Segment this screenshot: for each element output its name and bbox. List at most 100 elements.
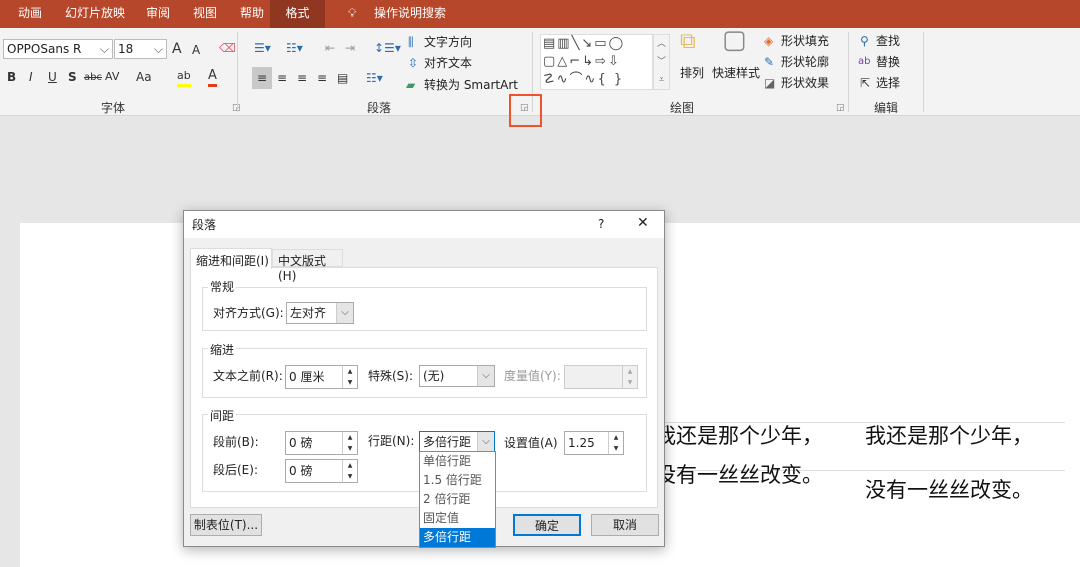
option-multiple[interactable]: 多倍行距 (420, 528, 495, 547)
shape-effects-icon: ◪ (764, 76, 776, 90)
search-icon: ⚲ (860, 34, 869, 48)
option-exactly[interactable]: 固定值 (420, 509, 495, 528)
tabs-button[interactable]: 制表位(T)... (190, 514, 262, 536)
cancel-button[interactable]: 取消 (591, 514, 659, 536)
numbering-icon[interactable]: ☷▾ (286, 40, 303, 56)
change-case-button[interactable]: Aa (136, 69, 152, 85)
decrease-indent-icon[interactable]: ⇤ (325, 40, 335, 56)
before-text-value: 0 厘米 (289, 370, 325, 384)
arrange-button[interactable]: 排列 (680, 65, 704, 81)
spinner-icon: ▲ ▼ (622, 366, 637, 388)
dialog-title-bar: 段落 ? ✕ (184, 211, 664, 238)
gallery-scroll[interactable]: ︿ ﹀ ⩡ (653, 34, 670, 90)
font-name-combo[interactable]: OPPOSans R ⌵ (3, 39, 113, 59)
font-size-combo[interactable]: 18 ⌵ (114, 39, 167, 59)
alignment-select[interactable]: 左对齐 ⌵ (286, 302, 354, 324)
replace-button[interactable]: 替换 (876, 54, 900, 70)
align-text-button[interactable]: 对齐文本 (424, 55, 472, 71)
bold-button[interactable]: B (7, 69, 16, 85)
shape-effects-button[interactable]: 形状效果 (781, 75, 829, 91)
spacing-after-label: 段后(E): (213, 463, 258, 477)
cursor-icon: ⇱ (860, 76, 871, 90)
quick-styles-button[interactable]: 快速样式 (712, 65, 760, 81)
highlight-color-button[interactable]: ab (177, 68, 191, 87)
justify-button[interactable]: ≡ (317, 70, 327, 86)
increase-indent-icon[interactable]: ⇥ (345, 40, 355, 56)
columns-icon[interactable]: ☷▾ (366, 70, 383, 86)
before-text-input[interactable]: 0 厘米 ▲ ▼ (285, 365, 358, 389)
tab-asian-typography[interactable]: 中文版式(H) (272, 249, 343, 283)
at-input[interactable]: 1.25 ▲ ▼ (564, 431, 624, 455)
alignment-label: 对齐方式(G): (213, 306, 284, 320)
special-label: 特殊(S): (368, 369, 414, 383)
drawing-group-label: 绘图 (670, 101, 695, 115)
text-direction-button[interactable]: 文字方向 (424, 34, 472, 50)
shadow-button[interactable]: S (68, 69, 77, 85)
convert-smartart-button[interactable]: 转换为 SmartArt (424, 77, 518, 93)
line-spacing-value: 多倍行距 (423, 435, 472, 449)
chevron-down-icon: ⌵ (336, 303, 353, 323)
shape-outline-button[interactable]: 形状轮廓 (781, 54, 829, 70)
tab-view[interactable]: 视图 (185, 0, 225, 28)
spinner-icon[interactable]: ▲ ▼ (342, 366, 357, 388)
bullets-icon[interactable]: ☰▾ (254, 40, 271, 56)
spacing-after-input[interactable]: 0 磅 ▲ ▼ (285, 459, 358, 483)
slide-text-line1[interactable]: 我还是那个少年， (655, 420, 823, 450)
tab-review[interactable]: 审阅 (138, 0, 178, 28)
paragraph-group-label: 段落 (367, 101, 392, 115)
font-name-value: OPPOSans R (7, 42, 82, 56)
by-label: 度量值(Y): (504, 369, 561, 383)
line-spacing-select[interactable]: 多倍行距 ⌵ (419, 431, 495, 453)
close-button[interactable]: ✕ (637, 215, 649, 231)
chevron-down-icon: ⌵ (477, 366, 494, 386)
special-select[interactable]: (无) ⌵ (419, 365, 495, 387)
spinner-icon[interactable]: ▲ ▼ (342, 432, 357, 454)
option-single[interactable]: 单倍行距 (420, 452, 495, 471)
align-right-button[interactable]: ≡ (297, 70, 307, 86)
align-text-icon: ⇳ (408, 56, 419, 70)
tab-animations[interactable]: 动画 (10, 0, 50, 28)
char-spacing-button[interactable]: AV (105, 69, 119, 85)
shrink-font-icon[interactable]: A (192, 42, 200, 58)
tell-me-search[interactable]: 操作说明搜索 (366, 0, 454, 28)
help-button[interactable]: ? (598, 216, 604, 232)
tab-indents-spacing[interactable]: 缩进和间距(I) (190, 248, 272, 269)
spinner-icon[interactable]: ▲ ▼ (608, 432, 623, 454)
align-left-button[interactable]: ≡ (252, 67, 272, 89)
ok-button[interactable]: 确定 (513, 514, 581, 536)
italic-button[interactable]: I (29, 69, 33, 85)
chevron-down-icon: ⌵ (153, 42, 163, 56)
arrange-icon: ⧉ (680, 29, 696, 54)
indent-legend: 缩进 (208, 341, 237, 358)
quick-styles-icon: ▢ (722, 25, 747, 55)
tab-slideshow[interactable]: 幻灯片放映 (57, 0, 133, 28)
font-group-label: 字体 (101, 101, 126, 115)
ribbon-tab-bar: 动画 幻灯片放映 审阅 视图 帮助 格式 💡︎ 操作说明搜索 (0, 0, 1080, 28)
editing-group-label: 编辑 (874, 101, 899, 115)
find-button[interactable]: 查找 (876, 33, 900, 49)
slide-text-line2-copy[interactable]: 没有一丝丝改变。 (865, 474, 1033, 504)
strikethrough-button[interactable]: abc (84, 70, 102, 86)
distributed-button[interactable]: ▤ (337, 70, 348, 86)
slide-text-line2[interactable]: 没有一丝丝改变。 (655, 459, 823, 489)
general-legend: 常规 (208, 278, 237, 295)
drawing-dialog-launcher-icon[interactable]: ◲ (836, 103, 845, 113)
shapes-gallery[interactable]: ▤▥╲↘▭◯ ▢△⌐↳⇨⇩ ☡∿⌒∿{ } (540, 34, 653, 90)
option-double[interactable]: 2 倍行距 (420, 490, 495, 509)
shape-outline-icon: ✎ (764, 55, 775, 69)
clear-format-icon[interactable]: ⌫ (219, 40, 236, 56)
tab-format[interactable]: 格式 (270, 0, 325, 28)
option-1-5[interactable]: 1.5 倍行距 (420, 471, 495, 490)
shape-fill-button[interactable]: 形状填充 (781, 33, 829, 49)
smartart-icon: ▰ (406, 78, 416, 92)
line-spacing-icon[interactable]: ↕☰▾ (374, 40, 401, 56)
tab-help[interactable]: 帮助 (232, 0, 272, 28)
spinner-icon[interactable]: ▲ ▼ (342, 460, 357, 482)
align-center-button[interactable]: ≡ (277, 70, 287, 86)
slide-text-line1-copy[interactable]: 我还是那个少年， (865, 420, 1033, 450)
spacing-before-input[interactable]: 0 磅 ▲ ▼ (285, 431, 358, 455)
grow-font-icon[interactable]: A (172, 41, 182, 57)
select-button[interactable]: 选择 (876, 75, 900, 91)
font-color-button[interactable]: A (208, 68, 217, 87)
underline-button[interactable]: U (48, 69, 57, 85)
